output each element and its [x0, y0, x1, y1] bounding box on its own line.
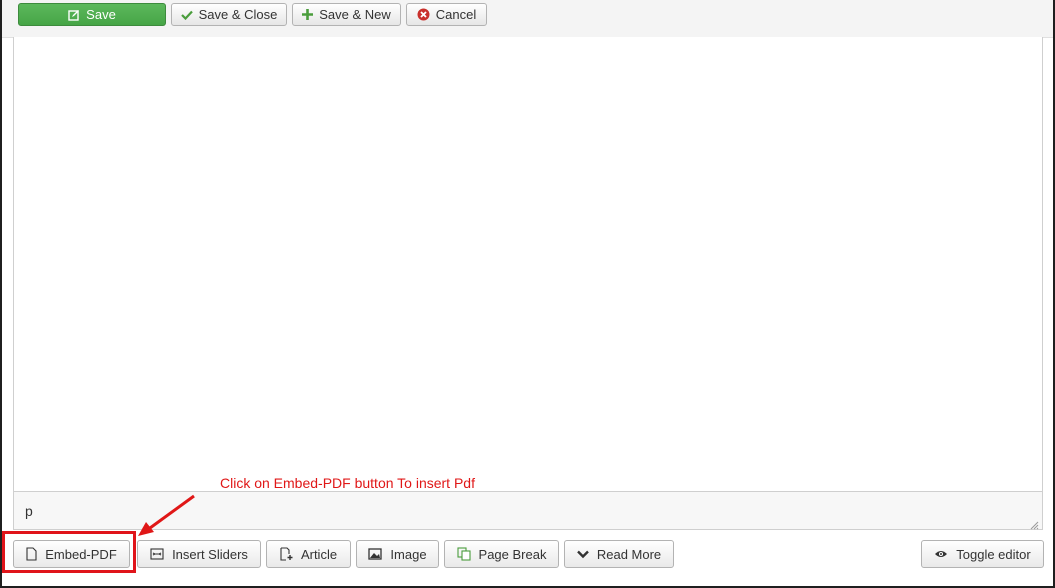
sliders-icon [150, 548, 164, 560]
insert-sliders-label: Insert Sliders [172, 546, 248, 562]
page-break-button[interactable]: Page Break [444, 540, 559, 568]
highlight-box [2, 531, 136, 573]
save-button[interactable]: Save [18, 3, 166, 26]
image-label: Image [390, 546, 427, 562]
eye-icon [934, 549, 948, 559]
article-button[interactable]: Article [266, 540, 351, 568]
save-label: Save [86, 7, 116, 22]
plus-icon [302, 9, 314, 20]
cancel-button[interactable]: Cancel [406, 3, 487, 26]
chevron-down-icon [576, 550, 589, 559]
cancel-icon [417, 8, 430, 21]
resize-handle-icon[interactable] [1030, 517, 1039, 530]
save-close-button[interactable]: Save & Close [171, 3, 287, 26]
picture-icon [368, 548, 383, 560]
instruction-annotation: Click on Embed-PDF button To insert Pdf [220, 475, 475, 491]
edit-icon [68, 9, 80, 21]
toolbar: Save Save & Close Save & New Cancel [2, 0, 1053, 38]
image-button[interactable]: Image [356, 540, 439, 568]
toggle-editor-label: Toggle editor [956, 546, 1031, 562]
editor-window: Save Save & Close Save & New Cancel p Em… [2, 0, 1053, 586]
annotation-arrow-icon [138, 494, 195, 536]
read-more-label: Read More [596, 546, 662, 562]
copy-icon [456, 547, 471, 561]
add-file-icon [280, 547, 293, 561]
toggle-editor-button[interactable]: Toggle editor [921, 540, 1044, 568]
insert-sliders-button[interactable]: Insert Sliders [137, 540, 261, 568]
read-more-button[interactable]: Read More [564, 540, 674, 568]
save-close-label: Save & Close [198, 7, 278, 22]
check-icon [180, 10, 193, 20]
page-break-label: Page Break [478, 546, 547, 562]
cancel-label: Cancel [435, 7, 477, 22]
element-path[interactable]: p [25, 503, 33, 519]
editor-content-area[interactable] [13, 37, 1043, 492]
save-new-label: Save & New [319, 7, 391, 22]
save-new-button[interactable]: Save & New [292, 3, 401, 26]
article-label: Article [300, 546, 338, 562]
